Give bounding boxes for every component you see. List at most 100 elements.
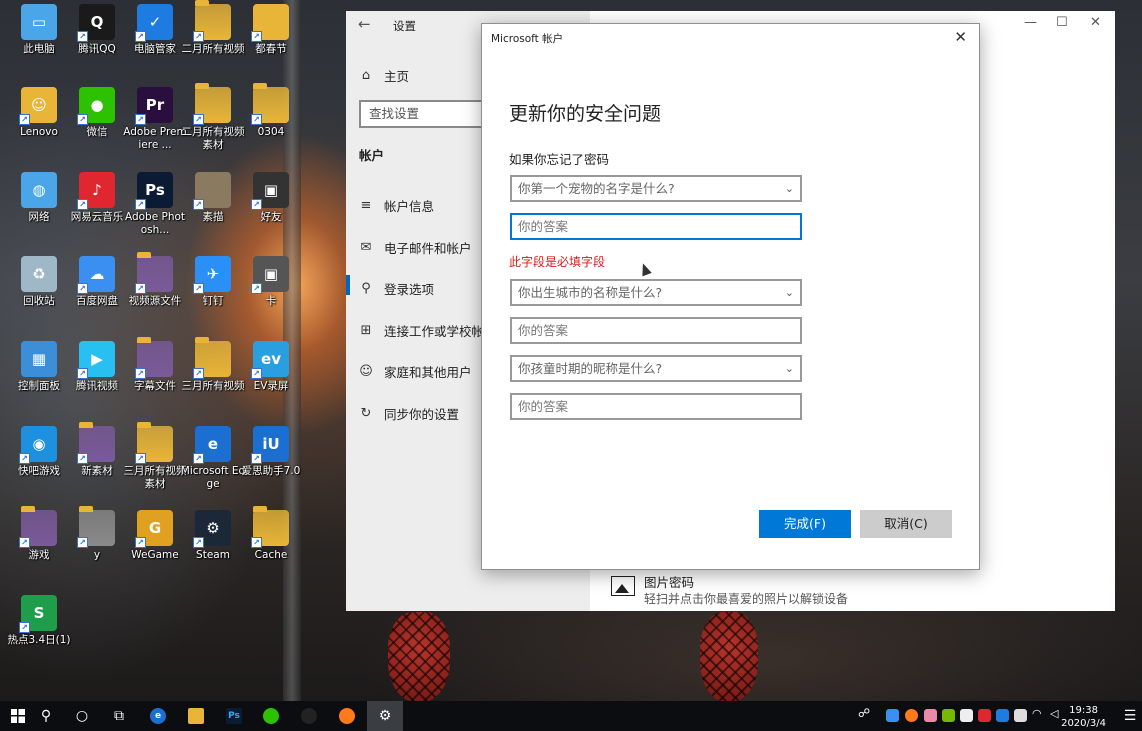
desktop-icon[interactable]: ↗ 字幕文件 [126, 337, 184, 419]
desktop-icon[interactable]: ♻ 回收站 [10, 252, 68, 334]
back-arrow-icon[interactable]: ← [358, 15, 371, 33]
sidebar-item-email-accounts[interactable]: ✉ 电子邮件和帐户 [358, 238, 472, 257]
sidebar-item-home[interactable]: ⌂ 主页 [358, 66, 409, 85]
desktop-icon[interactable]: ✈ ↗ 钉钉 [184, 252, 242, 334]
desktop-icon[interactable]: ↗ 0304 [242, 83, 300, 165]
picture-password-title[interactable]: 图片密码 [644, 572, 694, 591]
security-answer-3-input[interactable]: 你的答案 [510, 393, 802, 420]
desktop-icon-label: 好友 [260, 211, 282, 223]
maximize-button[interactable]: ☐ [1056, 15, 1068, 30]
sidebar-item-work-school[interactable]: ⊞ 连接工作或学校帐户 [358, 321, 497, 340]
desktop-icon[interactable]: Pr ↗ Adobe Premiere ... [123, 83, 187, 165]
shortcut-arrow-icon: ↗ [193, 453, 204, 464]
shortcut-arrow-icon: ↗ [251, 283, 262, 294]
sidebar-item-sign-in-options[interactable]: ⚲ 登录选项 [358, 279, 434, 298]
cortana-icon[interactable]: ○ [64, 701, 100, 731]
finish-button[interactable]: 完成(F) [759, 510, 851, 538]
desktop-icon-label: 控制面板 [18, 380, 60, 392]
desktop-icon[interactable]: ↗ 都春节 [242, 0, 300, 82]
briefcase-icon: ⊞ [360, 323, 372, 338]
desktop-icon[interactable]: e ↗ Microsoft Edge [181, 422, 245, 504]
desktop-icon[interactable]: ▣ ↗ 卡 [242, 252, 300, 334]
shortcut-arrow-icon: ↗ [135, 114, 146, 125]
minimize-button[interactable]: — [1024, 15, 1037, 30]
desktop-icon[interactable]: G ↗ WeGame [126, 506, 184, 588]
security-question-3-select[interactable]: 你孩童时期的昵称是什么? ⌄ [510, 355, 802, 382]
desktop-icon[interactable]: ● ↗ 微信 [68, 83, 126, 165]
desktop-icon[interactable]: ▦ 控制面板 [10, 337, 68, 419]
tray-app-icon[interactable] [905, 709, 918, 722]
search-icon[interactable]: ⚲ [28, 701, 64, 731]
desktop-icon[interactable]: ↗ 三月所有视频 [182, 337, 245, 419]
desktop-icon[interactable]: Ps ↗ Adobe Photosh... [125, 168, 185, 250]
desktop-icon[interactable]: ↗ 二月所有视频 [182, 0, 245, 82]
control-panel-icon: ▦ [21, 341, 57, 377]
tray-app-icon[interactable] [924, 709, 937, 722]
desktop-icon[interactable]: ↗ 素描 [184, 168, 242, 250]
nvidia-icon[interactable] [942, 709, 955, 722]
shortcut-arrow-icon: ↗ [135, 368, 146, 379]
file-explorer-icon[interactable] [178, 701, 214, 731]
desktop-icon-label: 热点3.4日(1) [7, 634, 71, 646]
sidebar-item-account-info[interactable]: ≡ 帐户信息 [358, 196, 434, 215]
wallpaper-spiderman-hand [700, 612, 758, 702]
ev-recorder-icon: ev ↗ [251, 341, 289, 379]
firefox-icon[interactable] [329, 701, 365, 731]
qq-icon[interactable] [291, 701, 327, 731]
tray-app-icon[interactable] [960, 709, 973, 722]
desktop-icon[interactable]: ↗ 三月所有视频素材 [124, 422, 187, 504]
desktop-icon[interactable]: ♪ ↗ 网易云音乐 [68, 168, 126, 250]
shortcut-arrow-icon: ↗ [19, 537, 30, 548]
desktop-icon[interactable]: ⚙ ↗ Steam [184, 506, 242, 588]
security-answer-1-input[interactable]: 你的答案 [510, 213, 802, 240]
desktop-icon[interactable]: ▶ ↗ 腾讯视频 [68, 337, 126, 419]
security-question-1-select[interactable]: 你第一个宠物的名字是什么? ⌄ [510, 175, 802, 202]
notification-icon[interactable]: ☰ [1118, 701, 1142, 731]
close-button[interactable]: ✕ [1090, 15, 1101, 30]
desktop-icon[interactable]: iU ↗ 爱思助手7.0 [242, 422, 300, 504]
desktop-icon[interactable]: ◍ 网络 [10, 168, 68, 250]
desktop-icon[interactable]: ▣ ↗ 好友 [242, 168, 300, 250]
desktop-icon[interactable]: Q ↗ 腾讯QQ [68, 0, 126, 82]
desktop-icon-label: 微信 [86, 126, 108, 138]
desktop-icon[interactable]: ↗ 二月所有视频素材 [182, 83, 245, 165]
select-value: 你孩童时期的昵称是什么? [518, 361, 663, 376]
people-icon[interactable]: ☍ [858, 706, 871, 720]
desktop-icon[interactable]: ▭ 此电脑 [10, 0, 68, 82]
security-answer-2-input[interactable]: 你的答案 [510, 317, 802, 344]
edge-icon[interactable]: e [140, 701, 176, 731]
photoshop-icon[interactable]: Ps [216, 701, 252, 731]
settings-gear-icon[interactable]: ⚙ [367, 701, 403, 731]
battery-icon[interactable] [1014, 709, 1027, 722]
desktop-icon[interactable]: ☺ ↗ Lenovo [10, 83, 68, 165]
desktop-icon[interactable]: ☁ ↗ 百度网盘 [68, 252, 126, 334]
wifi-icon[interactable]: ◠ [1032, 707, 1045, 720]
desktop-icon[interactable]: ↗ 新素材 [68, 422, 126, 504]
cancel-button[interactable]: 取消(C) [860, 510, 952, 538]
desktop-icon-label: 电脑管家 [134, 43, 176, 55]
tray-app-icon[interactable] [978, 709, 991, 722]
shortcut-arrow-icon: ↗ [19, 114, 30, 125]
sidebar-item-family-users[interactable]: ☺ 家庭和其他用户 [358, 362, 471, 381]
desktop-icon[interactable]: ↗ Cache [242, 506, 300, 588]
shortcut-arrow-icon: ↗ [77, 114, 88, 125]
desktop-icon[interactable]: ✓ ↗ 电脑管家 [126, 0, 184, 82]
shield-icon[interactable] [996, 709, 1009, 722]
desktop-icon-label: 网络 [28, 211, 50, 223]
desktop-icon[interactable]: ↗ y [68, 506, 126, 588]
security-question-2-select[interactable]: 你出生城市的名称是什么? ⌄ [510, 279, 802, 306]
desktop-icon[interactable]: ↗ 游戏 [10, 506, 68, 588]
desktop-icon[interactable]: ◉ ↗ 快吧游戏 [10, 422, 68, 504]
tray-app-icon[interactable] [886, 709, 899, 722]
wechat-icon[interactable] [253, 701, 289, 731]
taskbar-clock[interactable]: 19:38 2020/3/4 [1061, 704, 1106, 730]
dialog-heading: 更新你的安全问题 [509, 103, 662, 125]
sidebar-item-sync-settings[interactable]: ↻ 同步你的设置 [358, 404, 459, 423]
desktop-icon[interactable]: ev ↗ EV录屏 [242, 337, 300, 419]
desktop-icon[interactable]: S ↗ 热点3.4日(1) [7, 591, 71, 673]
dialog-close-button[interactable]: ✕ [954, 28, 967, 46]
task-view-icon[interactable]: ⧉ [101, 701, 137, 731]
desktop-icon[interactable]: ↗ 视频源文件 [126, 252, 184, 334]
premiere-icon: Pr ↗ [135, 87, 173, 125]
steam-icon: ⚙ ↗ [193, 510, 231, 548]
